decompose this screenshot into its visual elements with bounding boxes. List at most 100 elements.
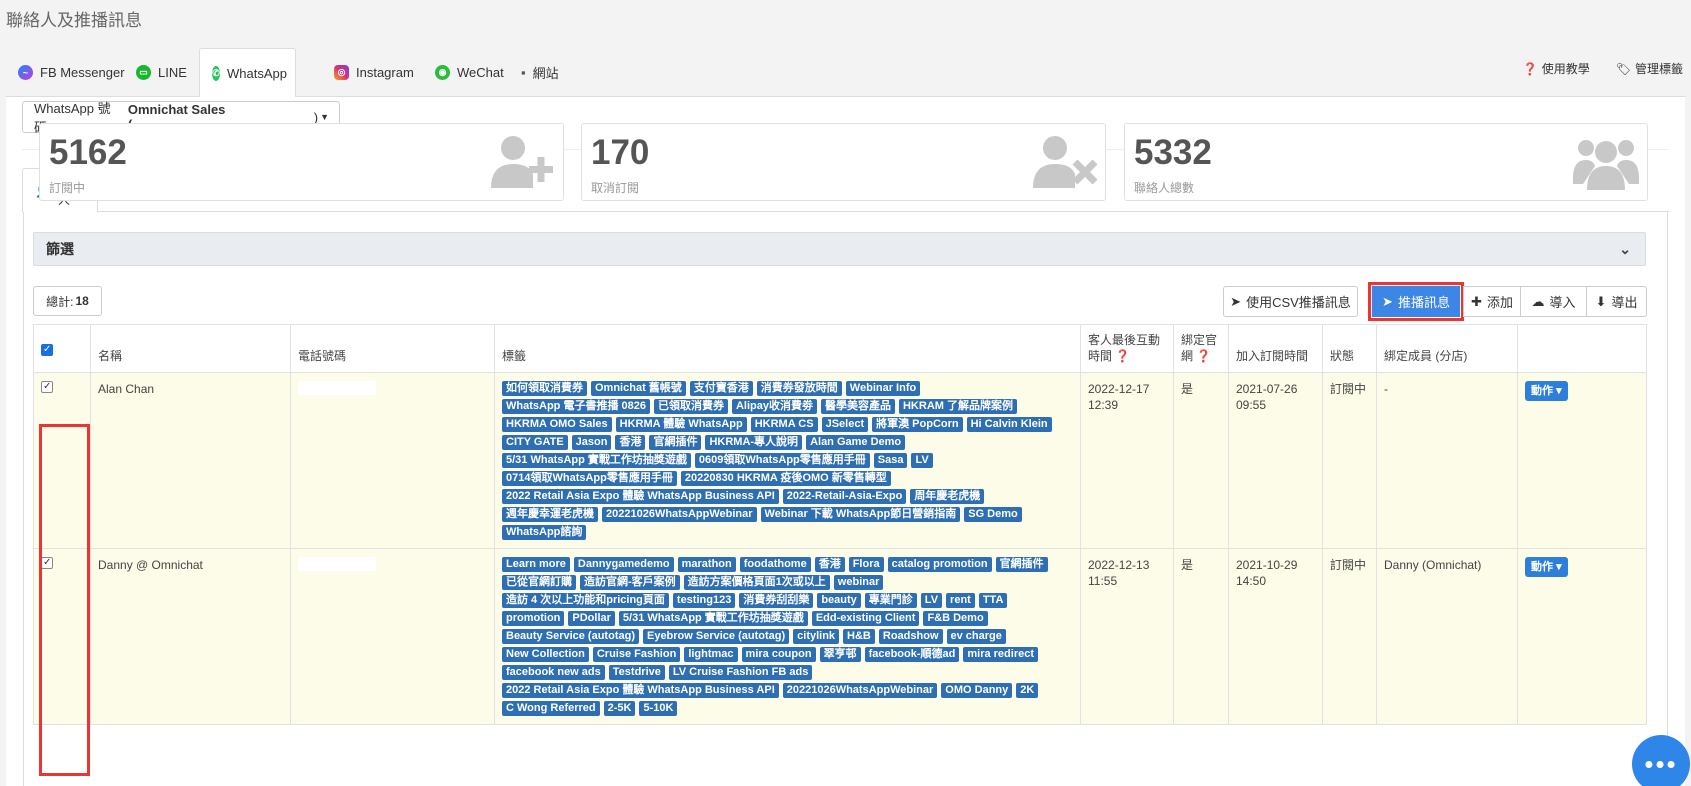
tag-badge: WhatsApp 電子書推播 0826 xyxy=(502,399,650,414)
header-joined[interactable]: 加入訂閱時間 xyxy=(1228,324,1323,373)
tag-icon: 🏷 xyxy=(1615,61,1631,76)
row-checkbox[interactable] xyxy=(41,379,53,395)
last-interaction: 2022-12-13 11:55 xyxy=(1080,548,1174,725)
tag-badge: 醫學美容產品 xyxy=(820,399,895,414)
stat-subscribed: 5162 訂閱中 xyxy=(39,123,564,201)
export-button[interactable]: ⬇ 導出 xyxy=(1586,286,1647,317)
tag-badge: catalog promotion xyxy=(887,557,992,572)
bound-member: Danny (Omnichat) xyxy=(1376,548,1518,725)
chat-widget-dots: ••• xyxy=(1644,748,1678,779)
time: 11:55 xyxy=(1088,574,1118,588)
paper-plane-icon: ➤ xyxy=(1230,293,1242,309)
action-dropdown-button[interactable]: 動作 ▾ xyxy=(1525,381,1568,401)
tab-fb-messenger[interactable]: ~ FB Messenger xyxy=(10,48,133,97)
tag-badge: Hi Calvin Klein xyxy=(966,417,1052,432)
date: 2022-12-17 xyxy=(1088,382,1150,396)
tag-list: 如何領取消費券 Omnichat 舊帳號 支付寶香港 消費券發放時間 Webinar I… xyxy=(502,381,1052,540)
tag-badge: WhatsApp諮詢 xyxy=(502,525,587,540)
contact-name[interactable]: Alan Chan xyxy=(90,372,291,549)
tag-badge: C Wong Referred xyxy=(502,701,600,716)
manage-tags-label: 管理標籤 xyxy=(1634,62,1683,76)
tag-badge: foodathome xyxy=(739,557,811,572)
tag-badge: TTA xyxy=(978,593,1008,608)
date: 2021-10-29 xyxy=(1236,558,1298,572)
chevron-down-icon[interactable]: ⌄ xyxy=(1619,241,1631,258)
header-phone[interactable]: 電話號碼 xyxy=(290,324,495,373)
broadcast-button[interactable]: ➤ 推播訊息 xyxy=(1368,282,1464,321)
tag-badge: 香港 xyxy=(615,435,646,450)
bound-status: 是 xyxy=(1173,548,1229,725)
table-row: Alan Chan 如何領取消費券 Omnichat 舊帳號支付寶香港消費券發放時… xyxy=(33,372,1647,549)
tag-badge: LV Cruise Fashion FB ads xyxy=(668,665,813,680)
filter-panel[interactable]: 篩選 ⌄ xyxy=(33,232,1646,266)
tag-badge: promotion xyxy=(502,611,565,626)
tutorial-label: 使用教學 xyxy=(1541,62,1590,76)
header-status[interactable]: 狀態 xyxy=(1322,324,1377,373)
tag-badge: 20220830 HKRMA 疫後OMO 新零售轉型 xyxy=(680,471,891,486)
tag-list: Learn more Dannygamedemo marathon foodathom… xyxy=(502,557,1052,716)
header-last-interaction[interactable]: 客人最後互動時間 ❓ xyxy=(1080,324,1174,373)
tab-whatsapp[interactable]: ✆ WhatsApp xyxy=(199,48,296,98)
cloud-upload-icon: ☁ xyxy=(1531,293,1545,309)
tutorial-link[interactable]: ❓ 使用教學 xyxy=(1523,60,1590,77)
tag-badge: CITY GATE xyxy=(502,435,568,450)
page-title: 聯絡人及推播訊息 xyxy=(6,11,142,30)
tag-badge: 2-5K xyxy=(603,701,636,716)
stat-value: 170 xyxy=(591,133,650,172)
bound-status: 是 xyxy=(1173,372,1229,549)
tag-badge: 官網插件 xyxy=(649,435,702,450)
tag-badge: 週年慶幸運老虎機 xyxy=(502,507,598,522)
import-button[interactable]: ☁ 導入 xyxy=(1520,286,1587,317)
tag-badge: Testdrive xyxy=(608,665,665,680)
time: 12:39 xyxy=(1088,398,1119,412)
tag-badge: Omnichat 舊帳號 xyxy=(591,381,686,396)
tag-badge: H&B xyxy=(843,629,875,644)
contact-phone xyxy=(290,372,495,549)
messenger-icon: ~ xyxy=(18,65,33,80)
manage-tags-link[interactable]: 🏷 管理標籤 xyxy=(1616,60,1683,77)
tab-line[interactable]: ▭ LINE xyxy=(128,48,195,97)
row-checkbox[interactable] xyxy=(41,555,53,571)
stat-label: 取消訂閱 xyxy=(591,181,640,195)
tab-website[interactable]: ▪ 網站 xyxy=(513,48,567,97)
tag-badge: 20221026WhatsAppWebinar xyxy=(782,683,938,698)
tab-wechat[interactable]: ◉ WeChat xyxy=(427,48,512,97)
header-bound[interactable]: 綁定官網 ❓ xyxy=(1173,324,1229,373)
select-all-checkbox[interactable] xyxy=(41,342,53,358)
total-count: 總計: 18 xyxy=(33,286,102,316)
tag-badge: 如何領取消費券 xyxy=(502,381,587,396)
row-checkbox-cell xyxy=(33,372,91,549)
header-tags: 標籤 xyxy=(494,324,1081,373)
tag-badge: LV xyxy=(911,453,933,468)
button-label: 添加 xyxy=(1486,295,1513,310)
tag-badge: 支付寶香港 xyxy=(689,381,753,396)
line-icon: ▭ xyxy=(136,65,151,80)
chat-widget-button[interactable]: ••• xyxy=(1632,735,1690,786)
header-name[interactable]: 名稱 xyxy=(90,324,291,373)
tag-badge: Edd-existing Client xyxy=(811,611,920,626)
wechat-icon: ◉ xyxy=(435,65,450,80)
csv-broadcast-button[interactable]: ➤ 使用CSV推播訊息 xyxy=(1223,286,1358,317)
tab-instagram[interactable]: ◎ Instagram xyxy=(326,48,422,97)
time: 09:55 xyxy=(1236,398,1267,412)
tag-badge: 已從官網訂購 xyxy=(502,575,576,590)
whatsapp-icon: ✆ xyxy=(212,65,221,81)
add-button[interactable]: ✚ 添加 xyxy=(1463,286,1521,317)
tag-badge: marathon xyxy=(677,557,736,572)
action-dropdown-button[interactable]: 動作 ▾ xyxy=(1525,557,1568,577)
tag-badge: JSelect xyxy=(821,417,869,432)
join-time: 2021-07-26 09:55 xyxy=(1228,372,1323,549)
tag-badge: mira coupon xyxy=(741,647,816,662)
header-member[interactable]: 綁定成員 (分店) xyxy=(1376,324,1518,373)
tag-badge: 5-10K xyxy=(639,701,678,716)
tag-badge: 香港 xyxy=(814,557,845,572)
tag-badge: 2022 Retail Asia Expo 體驗 WhatsApp Busine… xyxy=(502,489,779,504)
tab-label: 網站 xyxy=(532,66,559,81)
tag-badge: OMO Danny xyxy=(941,683,1013,698)
tag-badge: 將軍澳 PopCorn xyxy=(872,417,963,432)
contact-name[interactable]: Danny @ Omnichat xyxy=(90,548,291,725)
button-label: 導入 xyxy=(1549,295,1576,310)
date: 2021-07-26 xyxy=(1236,382,1298,396)
tag-badge: Sasa xyxy=(873,453,908,468)
select-all-cell xyxy=(33,324,91,373)
